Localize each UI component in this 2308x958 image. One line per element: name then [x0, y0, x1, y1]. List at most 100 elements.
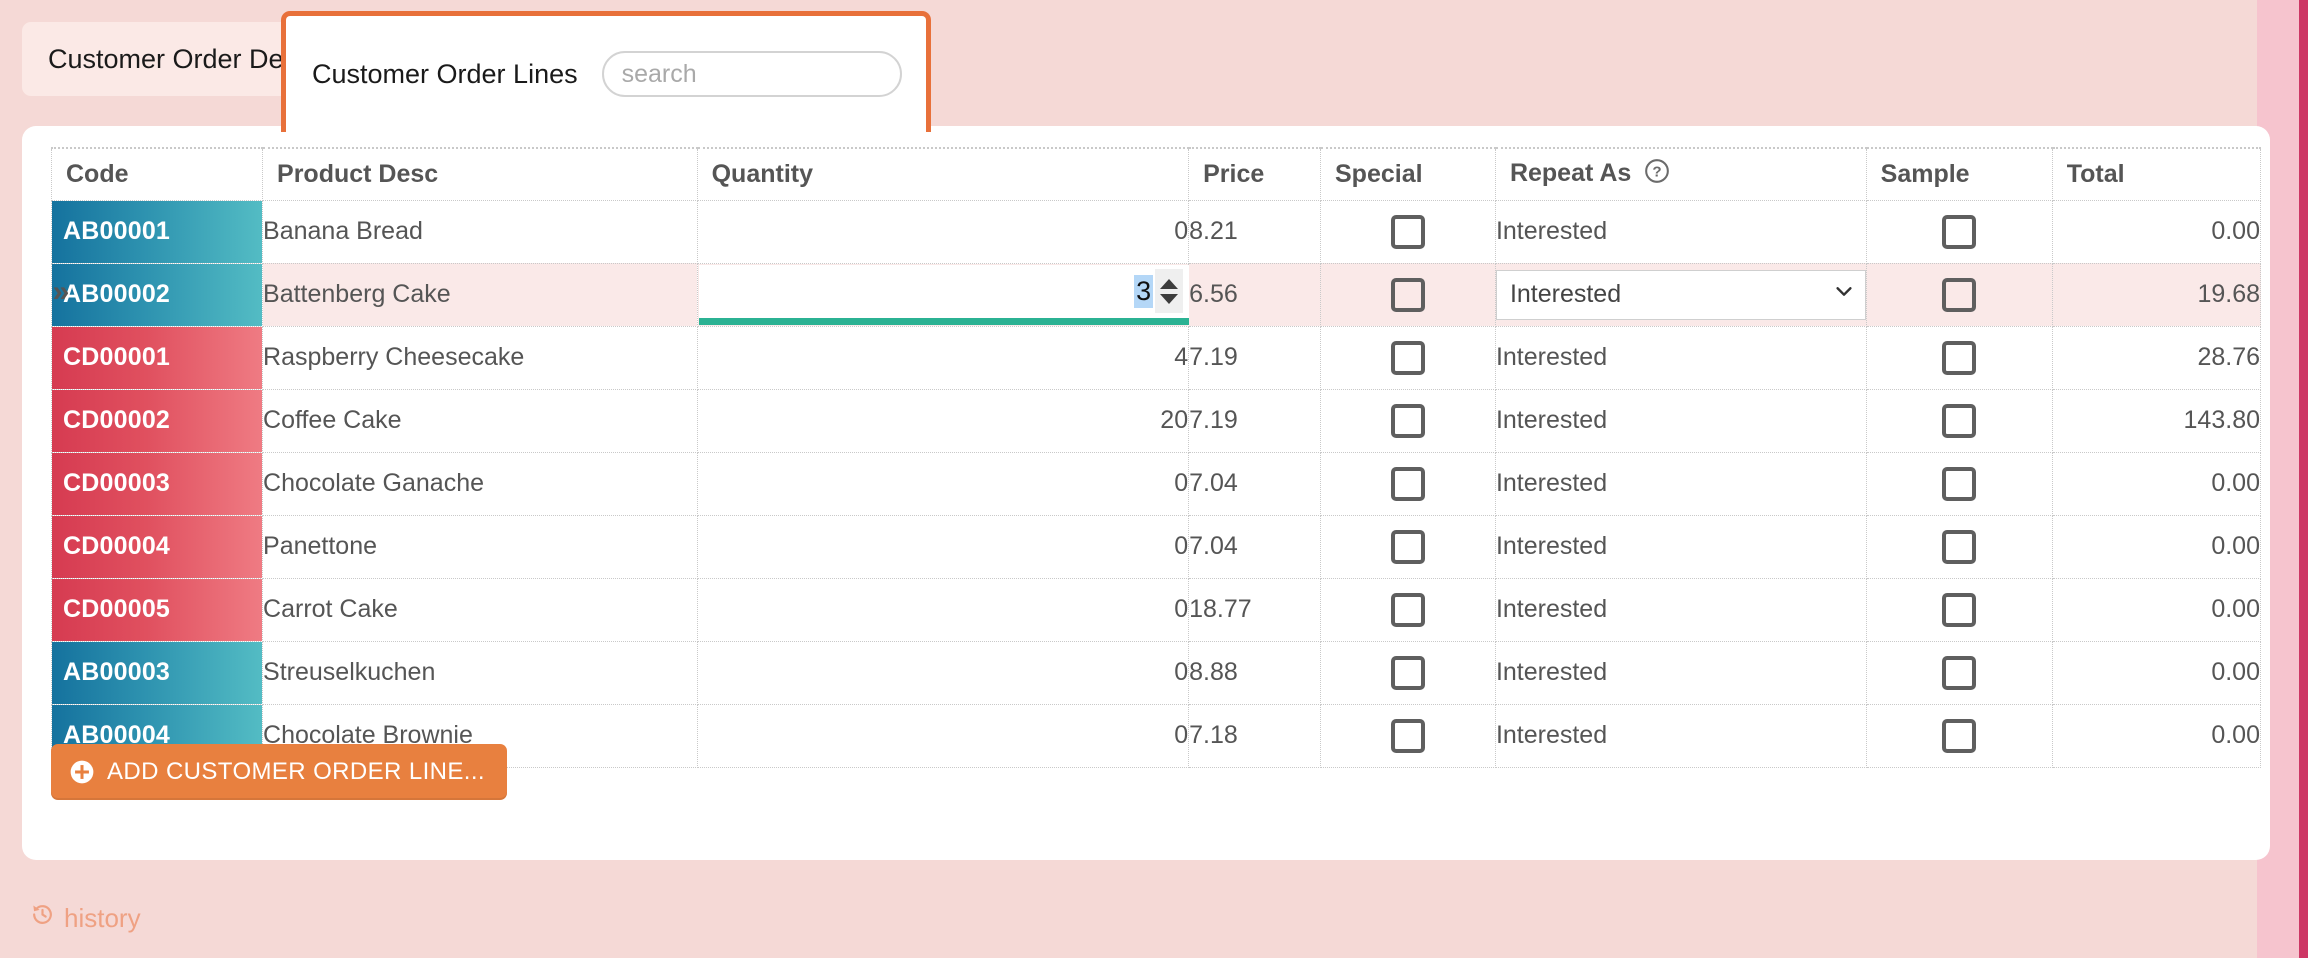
special-checkbox[interactable]	[1390, 529, 1425, 564]
chevron-down-icon[interactable]	[1833, 280, 1855, 309]
table-row[interactable]: CD00005 Carrot Cake 0 18.77 Interested 0.00	[50, 577, 2262, 642]
cell-quantity[interactable]: 20	[696, 388, 1190, 453]
quantity-input[interactable]: 3	[698, 264, 1190, 325]
table-row[interactable]: AB00001 Banana Bread 0 8.21 Interested 0.00	[50, 199, 2262, 264]
cell-special[interactable]	[1320, 514, 1496, 579]
cell-quantity[interactable]: 0	[696, 703, 1190, 768]
table-row[interactable]: CD00002 Coffee Cake 20 7.19 Interested 143.80	[50, 388, 2262, 453]
cell-sample[interactable]	[1865, 325, 2053, 390]
column-header-special[interactable]: Special	[1320, 147, 1496, 201]
cell-repeat-as[interactable]: Interested	[1494, 199, 1867, 264]
cell-sample[interactable]	[1865, 577, 2053, 642]
code-chip: AB00001	[52, 200, 263, 263]
cell-special[interactable]	[1320, 577, 1496, 642]
special-checkbox[interactable]	[1390, 340, 1425, 375]
column-header-repeat-as[interactable]: Repeat As ?	[1494, 147, 1867, 201]
sample-checkbox[interactable]	[1942, 214, 1977, 249]
cell-repeat-as[interactable]: Interested	[1494, 703, 1867, 768]
table-row[interactable]: CD00004 Panettone 0 7.04 Interested 0.00	[50, 514, 2262, 579]
special-checkbox[interactable]	[1390, 655, 1425, 690]
cell-quantity[interactable]: 3	[696, 262, 1190, 327]
svg-text:?: ?	[1653, 163, 1662, 180]
cell-product-desc[interactable]: Chocolate Ganache	[262, 451, 698, 516]
table-row[interactable]: AB00002 Battenberg Cake 3 6.56 Interested 19.…	[50, 262, 2262, 327]
cell-repeat-as[interactable]: Interested	[1494, 325, 1867, 390]
cell-quantity[interactable]: 0	[696, 577, 1190, 642]
cell-special[interactable]	[1320, 451, 1496, 516]
cell-code[interactable]: CD00001	[50, 325, 264, 390]
cell-sample[interactable]	[1865, 388, 2053, 453]
cell-code[interactable]: CD00005	[50, 577, 264, 642]
column-header-product-desc[interactable]: Product Desc	[262, 147, 698, 201]
column-header-code[interactable]: Code	[50, 147, 264, 201]
cell-repeat-as[interactable]: Interested	[1494, 451, 1867, 516]
cell-code[interactable]: AB00002	[50, 262, 264, 327]
cell-quantity[interactable]: 4	[696, 325, 1190, 390]
table-row[interactable]: CD00003 Chocolate Ganache 0 7.04 Interested 0…	[50, 451, 2262, 516]
cell-code[interactable]: AB00003	[50, 640, 264, 705]
cell-code[interactable]: CD00002	[50, 388, 264, 453]
cell-special[interactable]	[1320, 640, 1496, 705]
quantity-stepper[interactable]	[1155, 269, 1184, 313]
cell-code[interactable]: CD00003	[50, 451, 264, 516]
cell-sample[interactable]	[1865, 451, 2053, 516]
cell-sample[interactable]	[1865, 640, 2053, 705]
search-input[interactable]	[601, 51, 902, 97]
stepper-down-icon[interactable]	[1160, 293, 1179, 304]
cell-special[interactable]	[1320, 199, 1496, 264]
row-expander-chevron[interactable]: »	[44, 261, 78, 323]
cell-repeat-as[interactable]: Interested	[1494, 577, 1867, 642]
cell-product-desc[interactable]: Banana Bread	[262, 199, 698, 264]
cell-sample[interactable]	[1865, 199, 2053, 264]
cell-repeat-as[interactable]: Interested	[1494, 514, 1867, 579]
sample-checkbox[interactable]	[1942, 340, 1977, 375]
sample-checkbox[interactable]	[1942, 403, 1977, 438]
cell-product-desc[interactable]: Battenberg Cake	[262, 262, 698, 327]
cell-special[interactable]	[1320, 388, 1496, 453]
history-link[interactable]: history	[30, 902, 141, 934]
sample-checkbox[interactable]	[1942, 466, 1977, 501]
sample-checkbox[interactable]	[1942, 592, 1977, 627]
add-customer-order-line-button[interactable]: ADD CUSTOMER ORDER LINE...	[51, 744, 508, 800]
stepper-up-icon[interactable]	[1160, 278, 1179, 289]
table-row[interactable]: CD00001 Raspberry Cheesecake 4 7.19 Interest…	[50, 325, 2262, 390]
tab-customer-order-lines[interactable]: Customer Order Lines	[281, 11, 931, 132]
cell-special[interactable]	[1320, 262, 1496, 327]
table-row[interactable]: AB00003 Streuselkuchen 0 8.88 Interested 0.00	[50, 640, 2262, 705]
sample-checkbox[interactable]	[1942, 529, 1977, 564]
column-header-total[interactable]: Total	[2051, 147, 2262, 201]
help-icon[interactable]: ?	[1644, 158, 1670, 191]
sample-checkbox[interactable]	[1942, 718, 1977, 753]
cell-quantity[interactable]: 0	[696, 199, 1190, 264]
cell-quantity[interactable]: 0	[696, 640, 1190, 705]
cell-repeat-as[interactable]: Interested	[1494, 640, 1867, 705]
special-checkbox[interactable]	[1390, 466, 1425, 501]
repeat-as-select[interactable]: Interested	[1495, 269, 1866, 320]
cell-product-desc[interactable]: Streuselkuchen	[262, 640, 698, 705]
cell-sample[interactable]	[1865, 703, 2053, 768]
cell-code[interactable]: CD00004	[50, 514, 264, 579]
special-checkbox[interactable]	[1390, 214, 1425, 249]
cell-quantity[interactable]: 0	[696, 451, 1190, 516]
cell-repeat-as[interactable]: Interested	[1494, 262, 1867, 327]
special-checkbox[interactable]	[1390, 718, 1425, 753]
special-checkbox[interactable]	[1390, 592, 1425, 627]
cell-code[interactable]: AB00001	[50, 199, 264, 264]
cell-product-desc[interactable]: Raspberry Cheesecake	[262, 325, 698, 390]
special-checkbox[interactable]	[1390, 277, 1425, 312]
column-header-sample[interactable]: Sample	[1865, 147, 2053, 201]
cell-quantity[interactable]: 0	[696, 514, 1190, 579]
cell-product-desc[interactable]: Carrot Cake	[262, 577, 698, 642]
cell-repeat-as[interactable]: Interested	[1494, 388, 1867, 453]
column-header-quantity[interactable]: Quantity	[696, 147, 1190, 201]
cell-product-desc[interactable]: Coffee Cake	[262, 388, 698, 453]
sample-checkbox[interactable]	[1942, 655, 1977, 690]
cell-special[interactable]	[1320, 703, 1496, 768]
sample-checkbox[interactable]	[1942, 277, 1977, 312]
cell-product-desc[interactable]: Panettone	[262, 514, 698, 579]
special-checkbox[interactable]	[1390, 403, 1425, 438]
cell-sample[interactable]	[1865, 262, 2053, 327]
cell-sample[interactable]	[1865, 514, 2053, 579]
column-header-price[interactable]: Price	[1188, 147, 1321, 201]
cell-special[interactable]	[1320, 325, 1496, 390]
